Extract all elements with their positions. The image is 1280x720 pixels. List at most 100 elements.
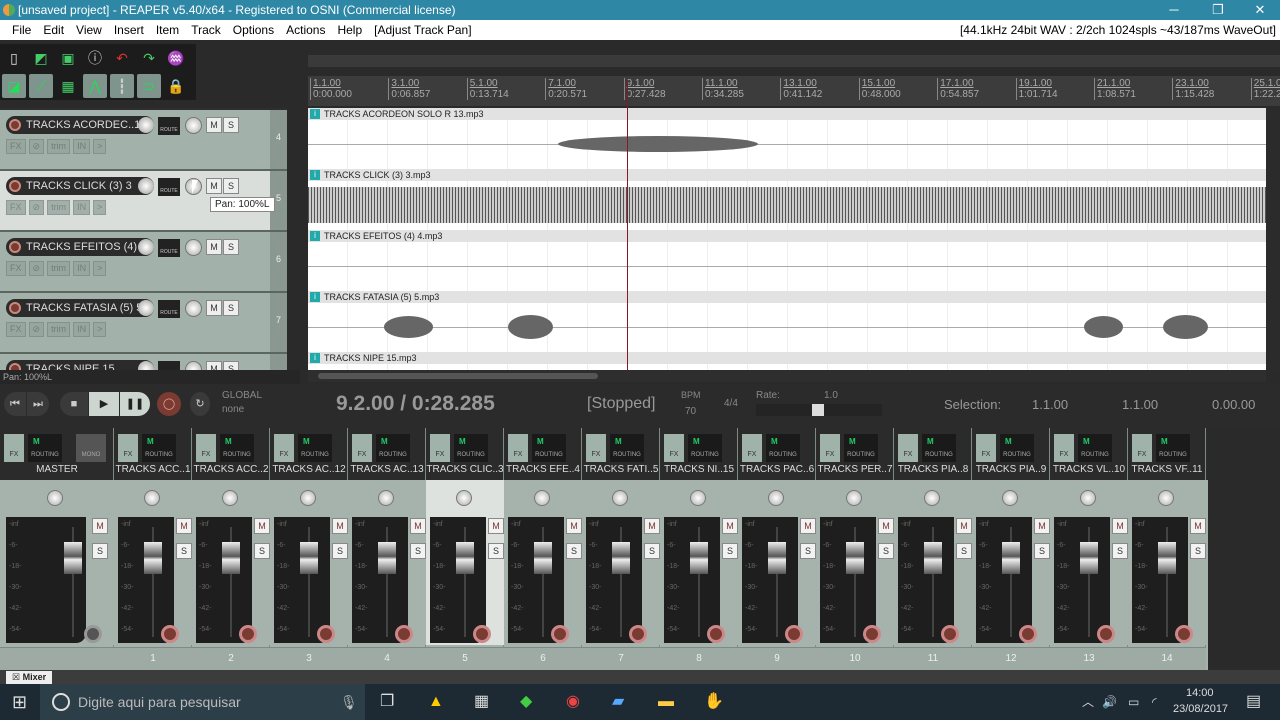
- start-button[interactable]: ⊞: [12, 684, 27, 720]
- calendar-app-icon[interactable]: ▦: [474, 684, 489, 720]
- track-header[interactable]: TRACKS FATASIA (5) 5 ROUTE M S FX ⊘ trim IN >: [0, 293, 270, 354]
- strip-name[interactable]: TRACKS PAC..6: [738, 464, 816, 475]
- volume-knob[interactable]: [138, 239, 154, 255]
- strip-name[interactable]: TRACKS EFE..4: [504, 464, 582, 475]
- solo-button[interactable]: S: [223, 178, 239, 194]
- solo-button[interactable]: S: [176, 543, 192, 559]
- record-arm-button[interactable]: [941, 625, 959, 643]
- strip-routing-button[interactable]: M ROUTING: [298, 434, 332, 462]
- strip-fx-button[interactable]: FX: [352, 434, 372, 462]
- track-header[interactable]: TRACKS NIPE 15ROUTEMSFX⊘trimIN>: [0, 354, 270, 370]
- maximize-button[interactable]: ❐: [1196, 0, 1240, 20]
- pan-knob[interactable]: [378, 490, 394, 506]
- record-arm-button[interactable]: [9, 241, 21, 253]
- strip-name[interactable]: TRACKS ACC..2: [192, 464, 270, 475]
- record-arm-button[interactable]: [9, 119, 21, 131]
- volume-fader[interactable]: [768, 542, 786, 574]
- route-button[interactable]: ROUTE: [158, 178, 180, 196]
- record-arm-button[interactable]: [1097, 625, 1115, 643]
- task-view-icon[interactable]: ❐: [380, 684, 394, 720]
- solo-button[interactable]: S: [1112, 543, 1128, 559]
- media-item[interactable]: i TRACKS NIPE 15.mp3: [308, 352, 1266, 370]
- stop-button[interactable]: ■: [60, 392, 88, 416]
- selection-length[interactable]: 0.00.00: [1212, 397, 1255, 412]
- mute-button[interactable]: M: [332, 518, 348, 534]
- app-icon-blue[interactable]: ▰: [612, 684, 624, 720]
- record-arm-button[interactable]: [317, 625, 335, 643]
- horizontal-scrollbar[interactable]: [308, 370, 1266, 382]
- strip-routing-button[interactable]: M ROUTING: [844, 434, 878, 462]
- solo-button[interactable]: S: [566, 543, 582, 559]
- mute-button[interactable]: M: [206, 300, 222, 316]
- strip-fx-button[interactable]: FX: [1132, 434, 1152, 462]
- strip-routing-button[interactable]: M ROUTING: [688, 434, 722, 462]
- record-arm-button[interactable]: [863, 625, 881, 643]
- grid-snap-icon[interactable]: ◪: [2, 74, 26, 98]
- timeline-ruler[interactable]: 1.1.00 0:00.000 3.1.00 0:06.857 5.1.00 0:13.7…: [308, 76, 1280, 106]
- undo-icon[interactable]: ↶: [110, 46, 134, 70]
- record-arm-button[interactable]: [1019, 625, 1037, 643]
- app-icon-warning[interactable]: ▲: [428, 684, 444, 720]
- go-to-end-button[interactable]: ⏭: [27, 392, 49, 416]
- strip-fx-button[interactable]: FX: [742, 434, 762, 462]
- strip-fx-button[interactable]: FX: [196, 434, 216, 462]
- record-arm-button[interactable]: [161, 625, 179, 643]
- item-info-icon[interactable]: i: [310, 353, 320, 363]
- pan-knob[interactable]: [612, 490, 628, 506]
- mono-button[interactable]: MONO: [76, 434, 106, 462]
- pan-knob[interactable]: [185, 300, 202, 317]
- clock-date[interactable]: 23/08/2017: [1173, 702, 1228, 716]
- record-arm-button[interactable]: [9, 363, 21, 370]
- strip-name[interactable]: TRACKS PER..7: [816, 464, 894, 475]
- media-item[interactable]: i TRACKS ACORDEON SOLO R 13.mp3: [308, 108, 1266, 169]
- strip-routing-button[interactable]: M ROUTING: [28, 434, 62, 462]
- audio-device-info[interactable]: [44.1kHz 24bit WAV : 2/2ch 1024spls ~43/…: [960, 20, 1276, 40]
- menu-item[interactable]: Insert: [108, 20, 150, 40]
- vertical-scrollbar[interactable]: [1266, 108, 1280, 370]
- volume-fader[interactable]: [144, 542, 162, 574]
- play-button[interactable]: ▶: [89, 392, 119, 416]
- record-arm-button[interactable]: [9, 180, 21, 192]
- item-info-icon[interactable]: i: [310, 109, 320, 119]
- pan-knob[interactable]: [47, 490, 63, 506]
- route-button[interactable]: ROUTE: [158, 361, 180, 370]
- solo-button[interactable]: S: [92, 543, 108, 559]
- strip-name[interactable]: TRACKS VL..10: [1050, 464, 1128, 475]
- mute-button[interactable]: M: [488, 518, 504, 534]
- track-name[interactable]: TRACKS FATASIA (5) 5: [6, 299, 154, 317]
- ripple-edit-icon[interactable]: ⟋: [29, 74, 53, 98]
- solo-button[interactable]: S: [223, 117, 239, 133]
- strip-fx-button[interactable]: FX: [820, 434, 840, 462]
- timeline-region-bar[interactable]: [308, 55, 1280, 67]
- input-button[interactable]: IN: [73, 261, 91, 276]
- selection-start[interactable]: 1.1.00: [1032, 397, 1068, 412]
- rate-slider[interactable]: [756, 404, 882, 416]
- rate-slider-thumb[interactable]: [812, 404, 824, 416]
- phase-button[interactable]: ⊘: [28, 261, 45, 276]
- record-arm-button[interactable]: [473, 625, 491, 643]
- notifications-icon[interactable]: ▤: [1246, 684, 1261, 720]
- chrome-icon[interactable]: ◉: [566, 684, 580, 720]
- repeat-button[interactable]: ↻: [190, 392, 210, 416]
- trim-envelope-button[interactable]: trim: [47, 139, 71, 154]
- pan-knob[interactable]: [185, 117, 202, 134]
- taskbar-search[interactable]: Digite aqui para pesquisar 🎙: [40, 684, 365, 720]
- strip-routing-button[interactable]: M ROUTING: [454, 434, 488, 462]
- mute-button[interactable]: M: [878, 518, 894, 534]
- solo-button[interactable]: S: [488, 543, 504, 559]
- strip-fx-button[interactable]: FX: [508, 434, 528, 462]
- pan-knob[interactable]: [456, 490, 472, 506]
- solo-button[interactable]: S: [800, 543, 816, 559]
- track-name[interactable]: TRACKS NIPE 15: [6, 360, 154, 370]
- strip-name[interactable]: MASTER: [0, 464, 114, 475]
- volume-fader[interactable]: [222, 542, 240, 574]
- phase-button[interactable]: ⊘: [28, 200, 45, 215]
- project-settings-icon[interactable]: ⓘ: [83, 46, 107, 70]
- solo-button[interactable]: S: [1034, 543, 1050, 559]
- mute-button[interactable]: M: [206, 178, 222, 194]
- mute-button[interactable]: M: [644, 518, 660, 534]
- volume-fader[interactable]: [1158, 542, 1176, 574]
- fx-button[interactable]: FX: [6, 139, 26, 154]
- volume-knob[interactable]: [138, 117, 154, 133]
- volume-knob[interactable]: [138, 300, 154, 316]
